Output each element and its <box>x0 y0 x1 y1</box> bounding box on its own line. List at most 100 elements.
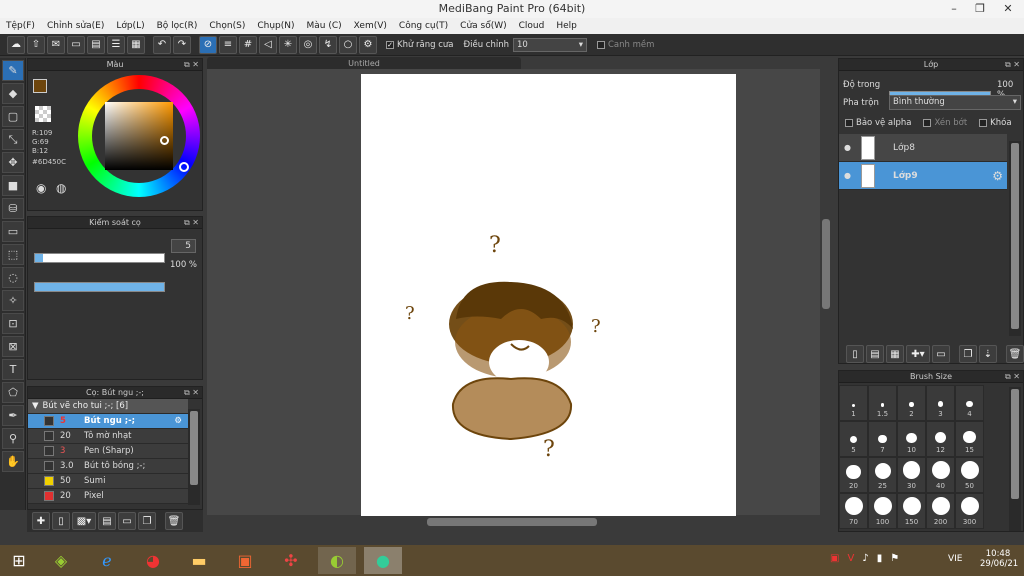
move-tool-icon[interactable]: ✥ <box>2 152 24 173</box>
menu-filter[interactable]: Bộ lọc(R) <box>151 21 204 31</box>
layer-item[interactable]: ● Lớp8 <box>839 134 1007 162</box>
menu-file[interactable]: Tệp(F) <box>0 21 41 31</box>
chat-icon[interactable]: ✉ <box>47 35 65 54</box>
snap-checkbox[interactable] <box>596 40 605 49</box>
brush-size-preset[interactable]: 25 <box>868 457 897 493</box>
powerpoint-icon[interactable]: ▣ <box>226 547 264 574</box>
brush-list-item[interactable]: 20 Tô mờ nhạt <box>28 429 188 444</box>
app-icon[interactable]: ✣ <box>272 547 310 574</box>
gradient-tool-icon[interactable]: ▭ <box>2 221 24 242</box>
file-explorer-icon[interactable]: ▬ <box>180 547 218 574</box>
tray-app-icon[interactable]: ▣ <box>830 553 839 564</box>
drawing-canvas[interactable]: ? ? ? ? <box>361 74 736 516</box>
shape-tool-icon[interactable]: ⤡ <box>2 129 24 150</box>
menu-help[interactable]: Help <box>550 21 583 31</box>
brush-size-scrollbar[interactable] <box>1009 387 1021 531</box>
brush-menu-icon[interactable]: ▩▾ <box>72 512 96 530</box>
brush-list-scrollbar[interactable] <box>188 409 200 505</box>
clock[interactable]: 10:48 29/06/21 <box>980 549 1018 569</box>
trash-icon[interactable]: 🗑 <box>165 512 183 530</box>
medibang-taskbar-icon[interactable]: ◐ <box>318 547 356 574</box>
menu-edit[interactable]: Chỉnh sửa(E) <box>41 21 110 31</box>
brush-size-preset[interactable]: 200 <box>926 493 955 529</box>
canvas-horizontal-scrollbar[interactable] <box>207 516 831 528</box>
document-icon[interactable]: ▤ <box>87 35 105 54</box>
new-halftone-layer-icon[interactable]: ▤ <box>866 345 884 363</box>
lock-checkbox[interactable] <box>979 119 988 127</box>
new-layer-icon[interactable]: ▯ <box>846 345 864 363</box>
menu-window[interactable]: Cửa sổ(W) <box>454 21 512 31</box>
grid-icon[interactable]: ▦ <box>127 35 145 54</box>
brush-size-preset[interactable]: 3 <box>926 385 955 421</box>
select-tool-icon[interactable]: ⬚ <box>2 244 24 265</box>
concentric-snap-icon[interactable]: ◎ <box>299 35 317 54</box>
cloud-icon[interactable]: ☁ <box>7 35 25 54</box>
close-button[interactable]: ✕ <box>992 0 1024 18</box>
flag-icon[interactable]: ⚑ <box>890 553 899 564</box>
network-icon[interactable]: ▮ <box>877 553 883 564</box>
brush-size-preset[interactable]: 10 <box>897 421 926 457</box>
brush-list-item[interactable]: 50 Sumi <box>28 474 188 489</box>
undo-icon[interactable]: ↶ <box>153 35 171 54</box>
gear-icon[interactable]: ⚙ <box>359 35 377 54</box>
magic-wand-tool-icon[interactable]: ✧ <box>2 290 24 311</box>
circle-snap-icon[interactable]: ○ <box>339 35 357 54</box>
eyedropper-tool-icon[interactable]: ⚲ <box>2 428 24 449</box>
windows-start-icon[interactable]: ⊞ <box>0 547 38 574</box>
upload-icon[interactable]: ⇧ <box>27 35 45 54</box>
language-indicator[interactable]: VIE <box>948 554 963 564</box>
menu-layer[interactable]: Lớp(L) <box>110 21 150 31</box>
comment-icon[interactable]: ▭ <box>67 35 85 54</box>
redo-icon[interactable]: ↷ <box>173 35 191 54</box>
brush-size-preset[interactable]: 4 <box>955 385 984 421</box>
brush-size-preset[interactable]: 12 <box>926 421 955 457</box>
fill-rect-tool-icon[interactable]: ■ <box>2 175 24 196</box>
parallel-snap-icon[interactable]: ≡ <box>219 35 237 54</box>
brush-size-slider[interactable] <box>34 253 165 263</box>
select-pen-tool-icon[interactable]: ⊡ <box>2 313 24 334</box>
duplicate-layer-icon[interactable]: ❐ <box>959 345 977 363</box>
maximize-button[interactable]: ❐ <box>966 0 994 18</box>
cross-snap-icon[interactable]: # <box>239 35 257 54</box>
tray-v-icon[interactable]: V <box>847 553 854 564</box>
gear-icon[interactable]: ⚙ <box>992 169 1003 183</box>
new-8bit-layer-icon[interactable]: ▦ <box>886 345 904 363</box>
brush-size-preset[interactable]: 70 <box>839 493 868 529</box>
brush-size-preset[interactable]: 7 <box>868 421 897 457</box>
panel-close-icon[interactable]: ⧉ ✕ <box>1005 59 1020 71</box>
brush-opacity-slider[interactable] <box>34 282 165 292</box>
brush-file-icon[interactable]: ▤ <box>98 512 116 530</box>
medibang-pro-taskbar-icon[interactable]: ● <box>364 547 402 574</box>
brush-size-preset[interactable]: 2 <box>897 385 926 421</box>
visibility-eye-icon[interactable]: ● <box>844 143 851 152</box>
palette-icon[interactable]: ◉ <box>36 181 46 195</box>
folder-icon[interactable]: ▭ <box>932 345 950 363</box>
trash-icon[interactable]: 🗑 <box>1006 345 1024 363</box>
brush-size-preset[interactable]: 150 <box>897 493 926 529</box>
panel-tool-icon[interactable]: ⬠ <box>2 382 24 403</box>
color-wheel[interactable] <box>78 75 200 197</box>
menu-select[interactable]: Chọn(S) <box>203 21 251 31</box>
protect-alpha-checkbox[interactable] <box>845 119 853 127</box>
new-brush-icon[interactable]: ▯ <box>52 512 70 530</box>
pen-tool-icon[interactable]: ✒ <box>2 405 24 426</box>
clipping-checkbox[interactable] <box>923 119 932 127</box>
bucket-tool-icon[interactable]: ⛁ <box>2 198 24 219</box>
panel-close-icon[interactable]: ⧉ ✕ <box>184 217 199 229</box>
chrome-icon[interactable]: ◕ <box>134 547 172 574</box>
brush-list-item[interactable]: 5 Bút ngu ;-; ⚙ <box>28 414 188 429</box>
duplicate-icon[interactable]: ❐ <box>138 512 156 530</box>
transparent-swatch[interactable] <box>35 106 51 122</box>
volume-icon[interactable]: ♪ <box>862 553 868 564</box>
bluestacks-icon[interactable]: ◈ <box>42 547 80 574</box>
palette-settings-icon[interactable]: ◍ <box>56 181 66 195</box>
text-tool-icon[interactable]: T <box>2 359 24 380</box>
panel-close-icon[interactable]: ⧉ ✕ <box>184 59 199 71</box>
menu-snap[interactable]: Chụp(N) <box>251 21 300 31</box>
canvas-vertical-scrollbar[interactable] <box>820 69 832 515</box>
lasso-tool-icon[interactable]: ◌ <box>2 267 24 288</box>
rectangle-tool-icon[interactable]: ▢ <box>2 106 24 127</box>
menu-color[interactable]: Màu (C) <box>301 21 348 31</box>
merge-layer-icon[interactable]: ⇣ <box>979 345 997 363</box>
brush-size-preset[interactable]: 5 <box>839 421 868 457</box>
